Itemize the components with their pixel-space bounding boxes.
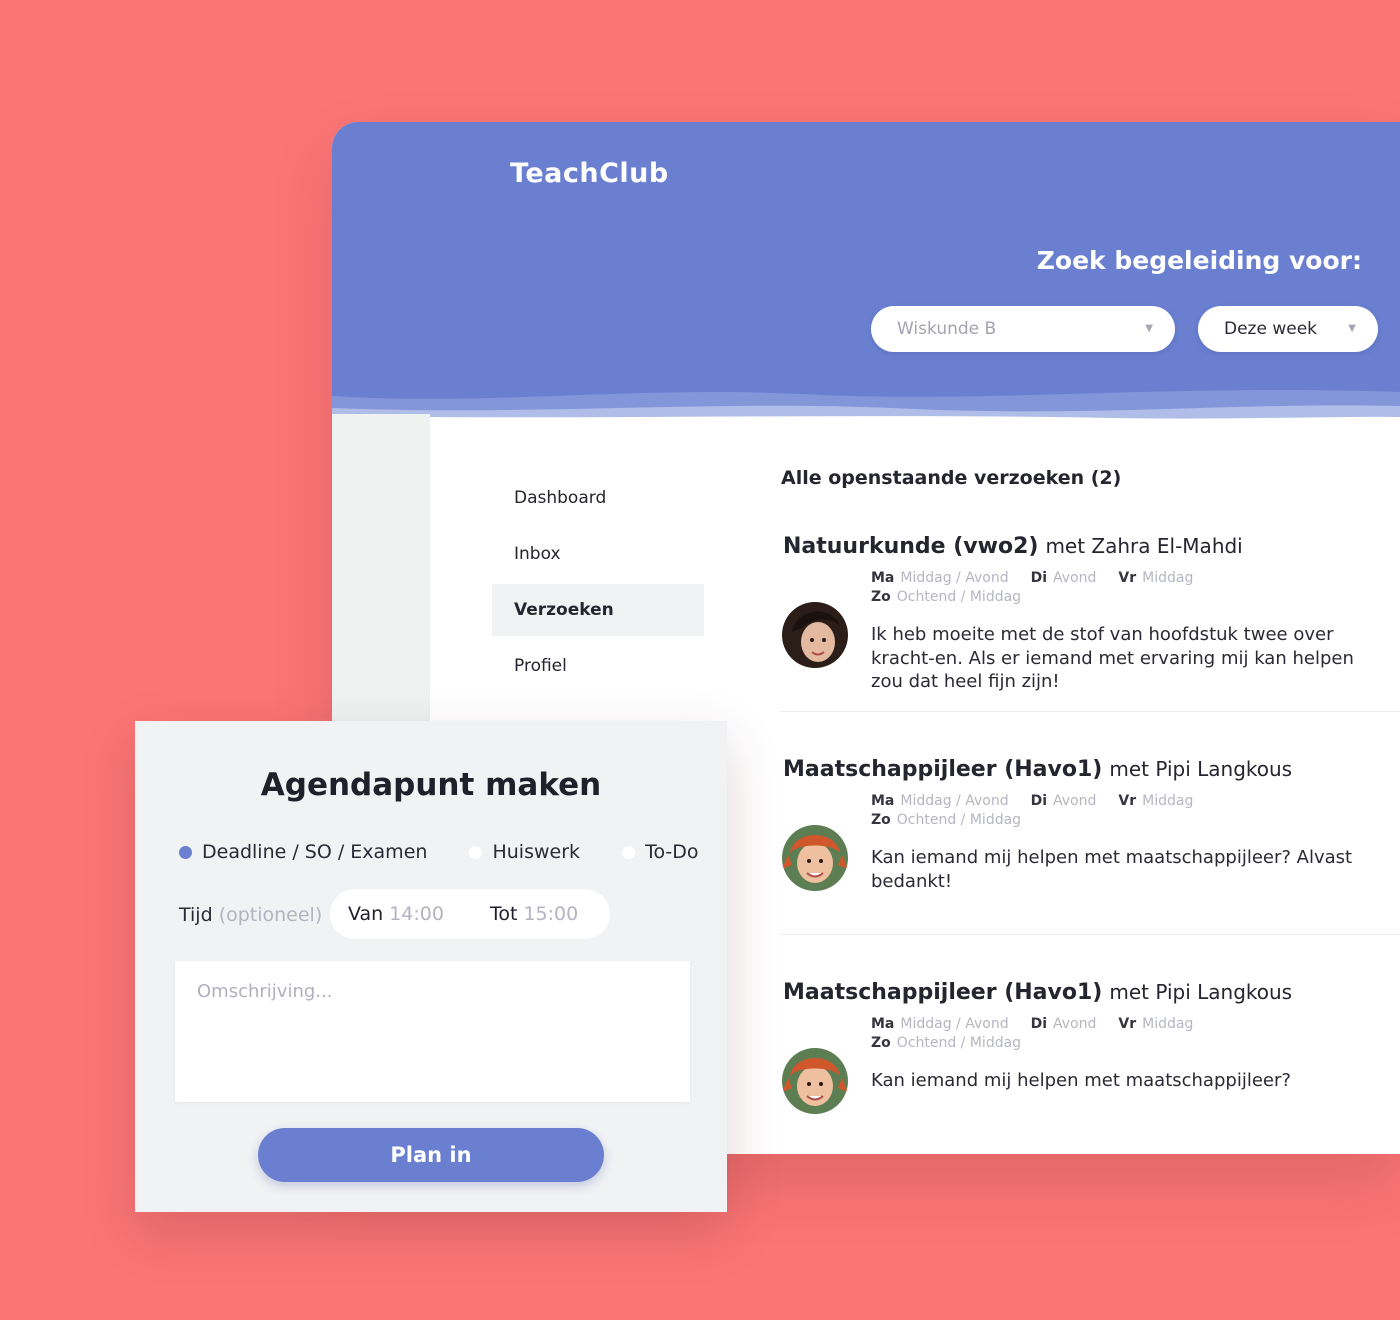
day-label: Ma xyxy=(871,793,895,809)
request-message: Kan iemand mij helpen met maatschappijle… xyxy=(871,847,1353,892)
request-title: Natuurkunde (vwo2) met Zahra El-Mahdi xyxy=(783,534,1243,559)
plan-in-button[interactable]: Plan in xyxy=(258,1128,604,1182)
day-label: Di xyxy=(1030,793,1048,809)
to-time-input[interactable]: 15:00 xyxy=(523,903,578,925)
agenda-modal: Agendapunt maken Deadline / SO / Examen … xyxy=(135,721,727,1212)
radio-deadline[interactable]: Deadline / SO / Examen xyxy=(179,841,427,863)
radio-dot-icon xyxy=(179,845,192,859)
avatar xyxy=(782,1048,848,1114)
to-label: Tot xyxy=(490,903,518,925)
description-textarea[interactable]: Omschrijving... xyxy=(175,961,690,1102)
slot-label: Ochtend / Middag xyxy=(896,812,1022,828)
day-label: Zo xyxy=(871,812,891,828)
slot-label: Avond xyxy=(1053,793,1097,809)
chevron-down-icon: ▼ xyxy=(1145,323,1153,334)
request-message: Ik heb moeite met de stof van hoofdstuk … xyxy=(871,624,1354,692)
request-student: met Pipi Langkous xyxy=(1109,757,1293,781)
brand-logo[interactable]: TeachClub xyxy=(510,158,669,189)
slot-label: Middag xyxy=(1142,1016,1194,1032)
subject-select-value: Wiskunde B xyxy=(897,319,997,339)
to-group: Tot 15:00 xyxy=(490,889,578,939)
nav-item-dashboard[interactable]: Dashboard xyxy=(492,472,704,524)
request-student: met Pipi Langkous xyxy=(1109,980,1293,1004)
slot-label: Ochtend / Middag xyxy=(896,589,1022,605)
from-time-input[interactable]: 14:00 xyxy=(389,903,444,925)
day-label: Vr xyxy=(1118,570,1137,586)
request-title: Maatschappijleer (Havo1) met Pipi Langko… xyxy=(783,980,1292,1005)
radio-huiswerk[interactable]: Huiswerk xyxy=(469,841,580,863)
time-optional-text: (optioneel) xyxy=(218,904,323,926)
availability: Ma Middag / Avond Di Avond Vr Middag Zo Ochten… xyxy=(871,792,1193,830)
request-subject: Maatschappijleer (Havo1) xyxy=(783,980,1103,1005)
day-label: Ma xyxy=(871,1016,895,1032)
availability: Ma Middag / Avond Di Avond Vr Middag Zo Ochten… xyxy=(871,569,1193,607)
day-label: Zo xyxy=(871,1035,891,1051)
from-label: Van xyxy=(348,903,384,925)
radio-label: Huiswerk xyxy=(492,841,581,863)
request-subject: Natuurkunde (vwo2) xyxy=(783,534,1039,559)
day-label: Ma xyxy=(871,570,895,586)
radio-label: Deadline / SO / Examen xyxy=(202,841,428,863)
header-banner: TeachClub Zoek begeleiding voor: Wiskund… xyxy=(332,122,1400,422)
day-label: Di xyxy=(1030,1016,1048,1032)
day-label: Vr xyxy=(1118,793,1137,809)
radio-label: To-Do xyxy=(645,841,699,863)
time-label: Tijd (optioneel) xyxy=(179,904,322,926)
nav-item-verzoeken[interactable]: Verzoeken xyxy=(492,584,704,636)
radio-dot-icon xyxy=(469,845,483,859)
slot-label: Middag / Avond xyxy=(900,793,1009,809)
nav-item-profiel[interactable]: Profiel xyxy=(492,640,704,692)
slot-label: Avond xyxy=(1053,1016,1097,1032)
request-card[interactable]: Maatschappijleer (Havo1) met Pipi Langko… xyxy=(780,712,1400,935)
requests-title: Alle openstaande verzoeken (2) xyxy=(781,467,1122,489)
header-wave xyxy=(332,390,1400,422)
chevron-down-icon: ▼ xyxy=(1348,323,1356,334)
period-select[interactable]: Deze week ▼ xyxy=(1198,306,1378,352)
period-select-value: Deze week xyxy=(1224,319,1318,339)
search-heading: Zoek begeleiding voor: xyxy=(1036,246,1362,275)
day-label: Di xyxy=(1030,570,1048,586)
nav-item-inbox[interactable]: Inbox xyxy=(492,528,704,580)
request-card[interactable]: Natuurkunde (vwo2) met Zahra El-Mahdi Ma… xyxy=(780,489,1400,712)
request-message: Kan iemand mij helpen met maatschappijle… xyxy=(871,1070,1291,1091)
request-card[interactable]: Maatschappijleer (Havo1) met Pipi Langko… xyxy=(780,935,1400,1154)
avatar xyxy=(782,602,848,668)
type-radio-group: Deadline / SO / Examen Huiswerk To-Do xyxy=(179,841,725,864)
slot-label: Middag xyxy=(1142,570,1194,586)
modal-title: Agendapunt maken xyxy=(260,767,602,803)
requests-list: Alle openstaande verzoeken (2) Natuurkun… xyxy=(780,467,1400,1154)
avatar xyxy=(782,825,848,891)
availability: Ma Middag / Avond Di Avond Vr Middag Zo Ochten… xyxy=(871,1015,1193,1053)
day-label: Vr xyxy=(1118,1016,1137,1032)
slot-label: Middag / Avond xyxy=(900,1016,1009,1032)
sidebar-nav: Dashboard Inbox Verzoeken Profiel xyxy=(492,472,704,696)
slot-label: Avond xyxy=(1053,570,1097,586)
time-label-text: Tijd xyxy=(179,904,213,926)
day-label: Zo xyxy=(871,589,891,605)
time-range-field[interactable]: Van 14:00 Tot 15:00 xyxy=(330,889,610,939)
request-title: Maatschappijleer (Havo1) met Pipi Langko… xyxy=(783,757,1292,782)
radio-dot-icon xyxy=(622,845,636,859)
radio-todo[interactable]: To-Do xyxy=(622,841,699,863)
request-student: met Zahra El-Mahdi xyxy=(1045,534,1243,558)
request-subject: Maatschappijleer (Havo1) xyxy=(783,757,1103,782)
slot-label: Ochtend / Middag xyxy=(896,1035,1022,1051)
subject-select[interactable]: Wiskunde B ▼ xyxy=(871,306,1175,352)
slot-label: Middag / Avond xyxy=(900,570,1009,586)
slot-label: Middag xyxy=(1142,793,1194,809)
